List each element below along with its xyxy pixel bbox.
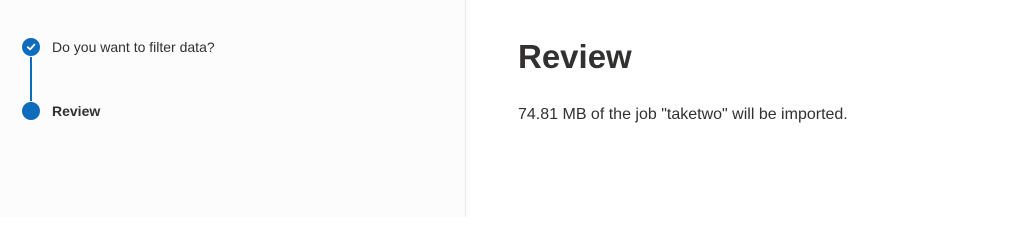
step-filter-data[interactable]: Do you want to filter data? — [22, 38, 215, 56]
current-step-icon — [22, 102, 40, 120]
review-panel: Review 74.81 MB of the job "taketwo" wil… — [466, 0, 1024, 217]
review-title: Review — [518, 38, 632, 75]
import-wizard: Do you want to filter data? Review Revie… — [0, 0, 1024, 217]
checkmark-icon — [22, 38, 40, 56]
step-review[interactable]: Review — [22, 102, 100, 120]
review-message: 74.81 MB of the job "taketwo" will be im… — [518, 106, 848, 123]
step-label-filter-data: Do you want to filter data? — [52, 39, 215, 55]
step-connector — [30, 57, 32, 101]
wizard-steps-pane: Do you want to filter data? Review — [0, 0, 466, 217]
step-label-review: Review — [52, 103, 101, 119]
